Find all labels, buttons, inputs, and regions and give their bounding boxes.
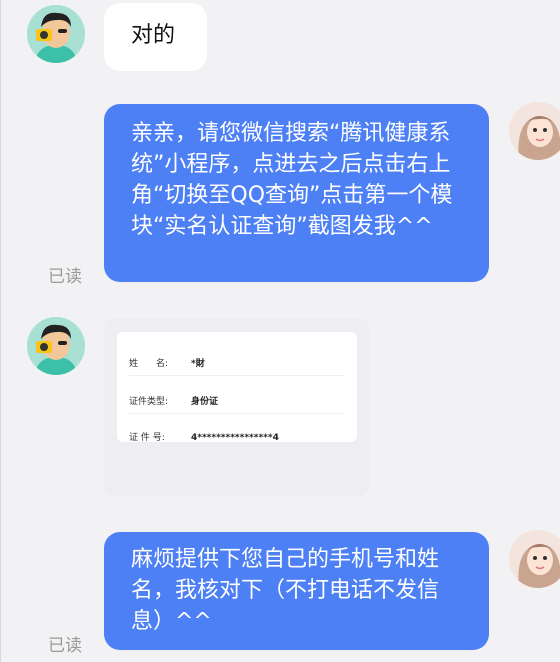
cartoon-man-avatar-icon — [27, 5, 85, 63]
image-message[interactable]: 姓 名: *財 证件类型: 身份证 证 件 号: 4****************4 — [104, 318, 369, 496]
id-number-row: 证 件 号: 4****************4 — [129, 430, 279, 443]
read-status: 已读 — [48, 267, 82, 287]
cartoon-man-avatar-icon — [27, 317, 85, 375]
id-type-row: 证件类型: 身份证 — [129, 394, 218, 407]
name-label: 姓 名: — [129, 359, 169, 369]
id-number-value: 4****************4 — [191, 433, 279, 443]
message-bubble[interactable]: 亲亲，请您微信搜索“腾讯健康系统”小程序，点进去之后点击右上角“切换至QQ查询”… — [104, 104, 489, 282]
id-info-card: 姓 名: *財 证件类型: 身份证 证 件 号: 4****************4 — [117, 332, 357, 443]
my-avatar[interactable] — [509, 530, 560, 588]
id-number-label: 证 件 号: — [129, 433, 165, 443]
divider — [129, 375, 345, 376]
message-text: 对的 — [131, 23, 176, 48]
message-bubble[interactable]: 麻烦提供下您自己的手机号和姓名，我核对下（不打电话不发信息）^^ — [104, 532, 489, 650]
divider — [129, 413, 345, 414]
woman-photo-avatar-icon — [509, 102, 560, 160]
name-row: 姓 名: *財 — [129, 356, 205, 369]
id-type-label: 证件类型: — [129, 397, 169, 407]
id-type-value: 身份证 — [191, 397, 219, 407]
message-text: 亲亲，请您微信搜索“腾讯健康系统”小程序，点进去之后点击右上角“切换至QQ查询”… — [131, 121, 453, 239]
chat-window: 对的 亲亲，请您微信搜索“腾讯健康系统”小程序，点进去之后点击右上角“切换至QQ… — [0, 0, 560, 662]
message-bubble[interactable]: 对的 — [104, 3, 207, 71]
window-edge — [0, 0, 1, 662]
woman-photo-avatar-icon — [509, 530, 560, 588]
message-text: 麻烦提供下您自己的手机号和姓名，我核对下（不打电话不发信息）^^ — [131, 547, 440, 634]
name-value: *財 — [191, 359, 205, 369]
contact-avatar[interactable] — [27, 5, 85, 63]
contact-avatar[interactable] — [27, 317, 85, 375]
my-avatar[interactable] — [509, 102, 560, 160]
read-status: 已读 — [48, 636, 82, 656]
